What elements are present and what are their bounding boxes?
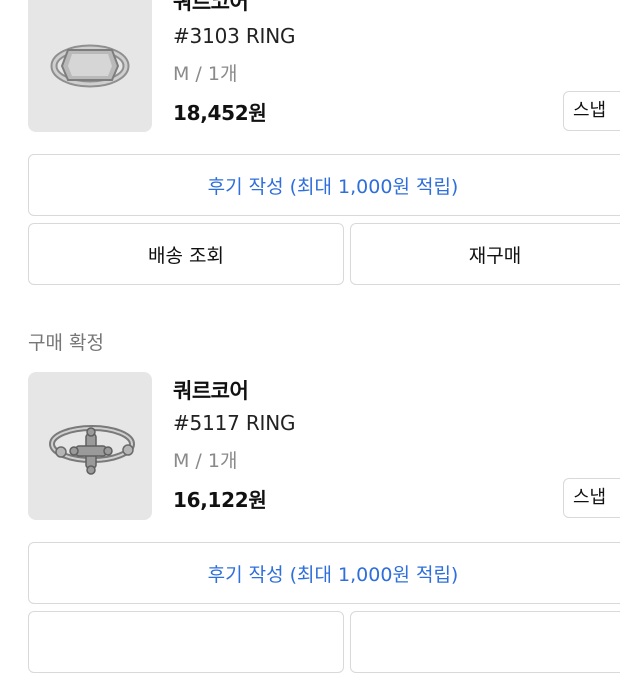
product-price: 16,122원 — [173, 488, 267, 512]
snap-button[interactable]: 스냅 — [563, 91, 620, 131]
product-thumbnail[interactable] — [28, 372, 152, 520]
product-brand: 쿼르코어 — [173, 379, 249, 403]
product-option: M / 1개 — [173, 450, 238, 472]
product-name: #3103 RING — [173, 24, 296, 48]
product-brand: 쿼르코어 — [173, 0, 249, 14]
order-status-label: 구매 확정 — [28, 332, 104, 354]
product-thumbnail[interactable] — [28, 0, 152, 132]
snap-button[interactable]: 스냅 — [563, 478, 620, 518]
product-name: #5117 RING — [173, 411, 296, 435]
signet-ring-icon — [50, 44, 130, 88]
rebuy-button[interactable] — [350, 611, 620, 673]
track-shipping-button[interactable]: 배송 조회 — [28, 223, 344, 285]
cross-ring-icon — [49, 425, 135, 475]
track-shipping-button[interactable] — [28, 611, 344, 673]
write-review-button[interactable]: 후기 작성 (최대 1,000원 적립) — [28, 542, 620, 604]
product-option: M / 1개 — [173, 63, 238, 85]
write-review-button[interactable]: 후기 작성 (최대 1,000원 적립) — [28, 154, 620, 216]
rebuy-button[interactable]: 재구매 — [350, 223, 620, 285]
product-price: 18,452원 — [173, 101, 267, 125]
